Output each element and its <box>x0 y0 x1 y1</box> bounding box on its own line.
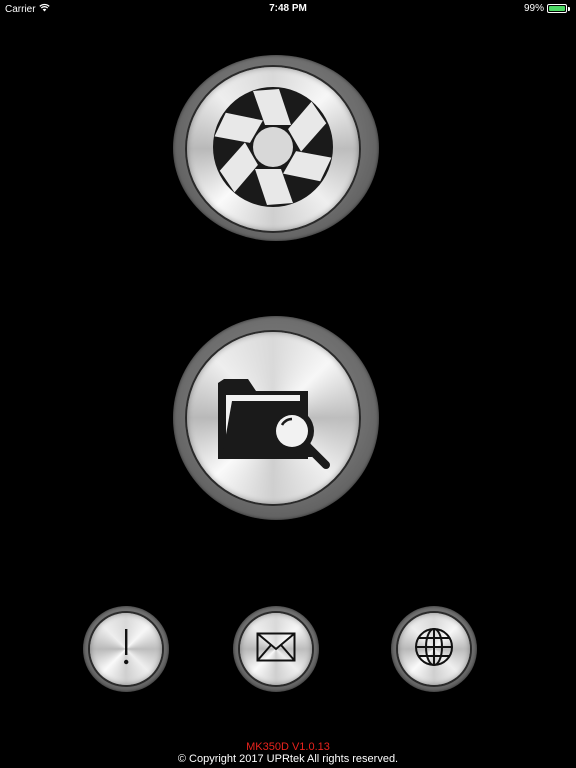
info-button[interactable] <box>83 606 169 692</box>
mail-button-face <box>240 613 312 685</box>
exclamation-icon <box>121 627 131 672</box>
battery-percent: 99% <box>523 3 544 14</box>
camera-shutter-icon <box>211 85 335 214</box>
version-label: MK350D V1.0.13 <box>246 741 330 753</box>
camera-button[interactable] <box>173 55 379 241</box>
battery-icon <box>547 4 567 13</box>
status-bar: Carrier 7:48 PM 99% <box>0 0 576 18</box>
envelope-icon <box>256 632 296 667</box>
web-button[interactable] <box>391 606 477 692</box>
globe-icon <box>414 627 454 672</box>
camera-button-face <box>187 67 359 231</box>
web-button-face <box>398 613 470 685</box>
copyright-label: © Copyright 2017 UPRtek All rights reser… <box>177 753 399 765</box>
battery-fill <box>549 6 565 11</box>
mail-button[interactable] <box>233 606 319 692</box>
folder-search-button-face <box>187 332 359 504</box>
folder-search-icon <box>208 361 338 476</box>
folder-search-button[interactable] <box>173 316 379 520</box>
status-time: 7:48 PM <box>269 3 307 14</box>
battery-tip <box>568 6 570 11</box>
info-button-face <box>90 613 162 685</box>
status-right: 99% <box>524 3 570 14</box>
